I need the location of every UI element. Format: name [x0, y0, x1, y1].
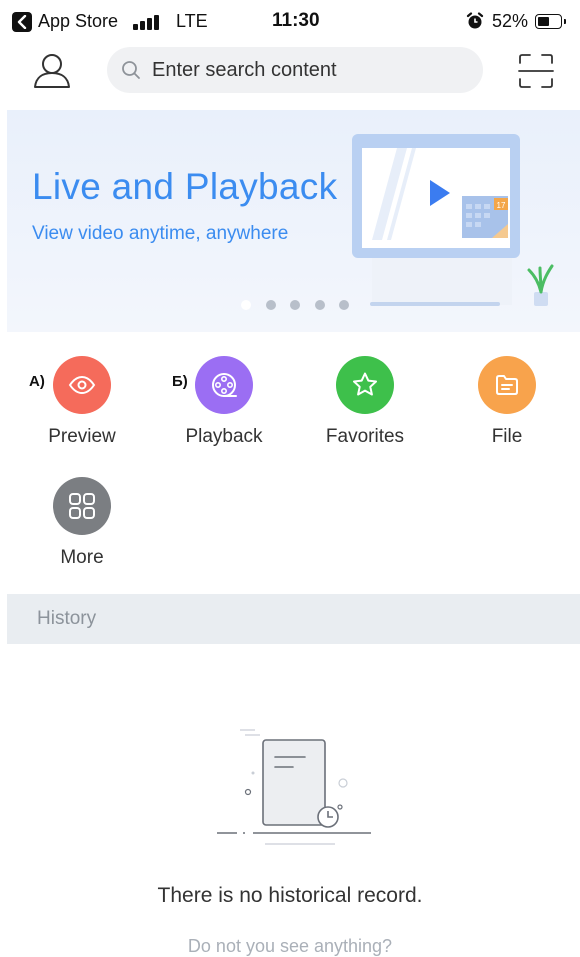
- file-circle: [478, 356, 536, 414]
- star-icon: [353, 372, 377, 396]
- status-bar: App Store LTE 11:30 52%: [0, 0, 580, 44]
- monitor-illustration: 17: [352, 134, 554, 306]
- grid-label: Preview: [48, 426, 116, 447]
- grid-label: File: [491, 426, 523, 447]
- battery-icon: [535, 14, 566, 29]
- folder-icon: [496, 375, 518, 395]
- more-circle: [53, 477, 111, 535]
- carousel-dot[interactable]: [339, 300, 349, 310]
- banner-subtitle: View video anytime, anywhere: [32, 223, 289, 244]
- eye-icon: [68, 375, 96, 395]
- network-label: LTE: [176, 11, 208, 31]
- profile-icon[interactable]: [32, 50, 72, 90]
- empty-history-text: There is no historical record.: [157, 884, 423, 907]
- promo-banner[interactable]: Live and Playback View video anytime, an…: [7, 110, 580, 332]
- grid-label: Favorites: [325, 426, 405, 447]
- film-reel-icon: [212, 373, 237, 397]
- search-icon: [122, 61, 140, 79]
- preview-circle: [53, 356, 111, 414]
- alarm-icon: [466, 12, 484, 29]
- signal-icon: [133, 14, 161, 30]
- back-to-app-icon[interactable]: [12, 12, 32, 32]
- banner-title: Live and Playback: [32, 166, 338, 207]
- carousel-dot[interactable]: [314, 300, 325, 310]
- four-squares-icon: [69, 493, 95, 519]
- search-input[interactable]: [152, 47, 472, 93]
- grid-label: More: [60, 547, 104, 568]
- calendar-day: 17: [497, 201, 506, 210]
- carousel-dot[interactable]: [290, 300, 300, 310]
- history-title: History: [37, 608, 97, 629]
- playback-circle: [195, 356, 253, 414]
- carousel-dot[interactable]: [265, 300, 276, 310]
- history-header: History: [7, 594, 580, 644]
- back-app-label[interactable]: App Store: [38, 11, 118, 32]
- search-bar[interactable]: [107, 47, 483, 93]
- carousel-dot[interactable]: [241, 300, 251, 310]
- clock: 11:30: [272, 10, 320, 31]
- scan-icon[interactable]: [518, 53, 554, 89]
- annotation-tag-b: Б): [172, 373, 188, 390]
- grid-label: Playback: [185, 426, 263, 447]
- empty-history-illustration: [217, 729, 371, 845]
- plant-icon: [527, 264, 554, 306]
- empty-history-hint[interactable]: Do not you see anything?: [0, 936, 580, 957]
- battery-percent: 52%: [492, 11, 529, 31]
- annotation-tag-a: А): [29, 373, 45, 390]
- favorites-circle: [336, 356, 394, 414]
